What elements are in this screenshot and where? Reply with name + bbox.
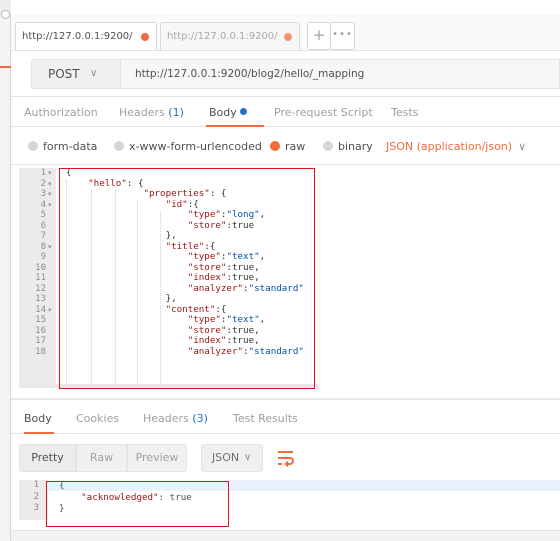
body-type-options: form-data x-www-form-urlencoded raw bina…	[11, 127, 560, 165]
tab-headers-count: (1)	[168, 106, 184, 119]
sidebar-active-marker	[0, 66, 11, 68]
line-number-gutter: 1 ▾ 2 ▾ 3 ▾ 4 ▾ 5 6 7 8 ▾ 9 10 11 12 13 14 ▾ 15 16 17 18	[19, 168, 56, 388]
tab-body-label: Body	[209, 106, 237, 119]
radio-urlencoded[interactable]	[114, 141, 124, 151]
radio-form-data[interactable]	[28, 141, 38, 151]
line-number: 15	[35, 315, 46, 325]
response-format-select[interactable]: JSON ∨	[201, 444, 263, 472]
line-number: 17	[35, 336, 46, 346]
left-sidebar-edge	[0, 0, 11, 541]
request-tab-label: http://127.0.0.1:9200/	[22, 31, 133, 42]
line-number: 1	[40, 168, 46, 178]
response-highlight-box	[46, 481, 229, 527]
response-line-number-gutter: 123	[19, 480, 48, 520]
radio-raw[interactable]	[270, 141, 280, 151]
line-number: 4	[40, 199, 46, 210]
fold-arrow-icon[interactable]: ▾	[48, 243, 52, 251]
line-number: 2	[33, 491, 39, 502]
fold-arrow-icon[interactable]: ▾	[48, 169, 52, 177]
line-number: 16	[35, 325, 46, 336]
tab-headers-label: Headers	[119, 106, 165, 119]
content-type-label: JSON (application/json)	[386, 140, 513, 153]
response-tabs: Body Cookies Headers (3) Test Results	[11, 402, 560, 434]
response-tab-test-results[interactable]: Test Results	[233, 412, 298, 425]
tab-authorization[interactable]: Authorization	[24, 106, 98, 119]
status-bar	[11, 530, 560, 541]
tab-tests[interactable]: Tests	[391, 106, 418, 119]
line-number: 5	[40, 210, 46, 220]
sidebar-icon[interactable]	[1, 10, 10, 19]
response-tab-headers[interactable]: Headers (3)	[143, 412, 208, 425]
request-tab-label: http://127.0.0.1:9200/	[167, 31, 278, 42]
line-number: 2	[40, 178, 46, 189]
url-bar: POST ∨ http://127.0.0.1:9200/blog2/hello…	[11, 51, 560, 97]
request-body-highlight-box	[59, 168, 315, 389]
line-number: 14	[35, 304, 46, 315]
pane-divider[interactable]	[11, 398, 560, 400]
view-raw-button[interactable]: Raw	[76, 444, 127, 472]
wrap-lines-icon[interactable]	[275, 447, 297, 469]
request-tab-1[interactable]: http://127.0.0.1:9200/	[15, 22, 157, 50]
line-number: 3	[40, 189, 46, 199]
fold-arrow-icon[interactable]: ▾	[48, 190, 52, 198]
line-number: 12	[35, 283, 46, 294]
view-preview-button[interactable]: Preview	[127, 444, 187, 472]
chevron-down-icon: ∨	[90, 68, 98, 79]
line-number: 10	[35, 262, 46, 273]
fold-arrow-icon[interactable]: ▾	[48, 201, 52, 209]
radio-binary[interactable]	[323, 141, 333, 151]
label-binary[interactable]: binary	[338, 140, 373, 153]
response-format-label: JSON	[212, 451, 240, 464]
request-tab-bar: http://127.0.0.1:9200/ http://127.0.0.1:…	[11, 14, 560, 51]
line-number: 3	[33, 503, 39, 513]
content-type-select[interactable]: JSON (application/json) ∨	[386, 140, 526, 153]
url-input[interactable]: http://127.0.0.1:9200/blog2/hello/_mappi…	[121, 59, 560, 89]
chevron-down-icon: ∨	[518, 140, 527, 153]
more-tabs-button[interactable]: •••	[330, 22, 355, 50]
line-number: 13	[35, 294, 46, 304]
request-tab-2[interactable]: http://127.0.0.1:9200/	[160, 22, 300, 50]
tab-headers[interactable]: Headers (1)	[119, 106, 184, 119]
label-urlencoded[interactable]: x-www-form-urlencoded	[129, 140, 262, 153]
label-form-data[interactable]: form-data	[43, 140, 97, 153]
unsaved-dot-icon	[284, 33, 292, 41]
view-pretty-button[interactable]: Pretty	[19, 444, 76, 472]
line-number: 18	[35, 346, 46, 357]
new-tab-button[interactable]: +	[307, 22, 331, 50]
tab-body[interactable]: Body	[209, 106, 247, 119]
body-indicator-dot-icon	[239, 108, 247, 115]
tab-pre-request-script[interactable]: Pre-request Script	[274, 106, 373, 119]
response-tab-headers-count: (3)	[192, 412, 208, 425]
method-select[interactable]: POST ∨	[31, 59, 121, 89]
unsaved-dot-icon	[141, 33, 149, 41]
line-number: 7	[40, 231, 46, 241]
response-tab-headers-label: Headers	[143, 412, 189, 425]
response-tab-body[interactable]: Body	[24, 412, 52, 425]
label-raw[interactable]: raw	[285, 140, 305, 153]
line-number: 8	[40, 241, 46, 252]
line-number: 11	[35, 273, 46, 283]
line-number: 1	[33, 480, 39, 490]
request-options-tabs: Authorization Headers (1) Body Pre-reque…	[11, 97, 560, 127]
response-tab-cookies[interactable]: Cookies	[76, 412, 119, 425]
fold-arrow-icon[interactable]: ▾	[48, 306, 52, 314]
active-tab-underline	[24, 432, 54, 434]
line-number: 9	[40, 252, 46, 262]
method-label: POST	[48, 67, 80, 81]
chevron-down-icon: ∨	[244, 452, 252, 463]
fold-arrow-icon[interactable]: ▾	[48, 180, 52, 188]
line-number: 6	[40, 220, 46, 231]
